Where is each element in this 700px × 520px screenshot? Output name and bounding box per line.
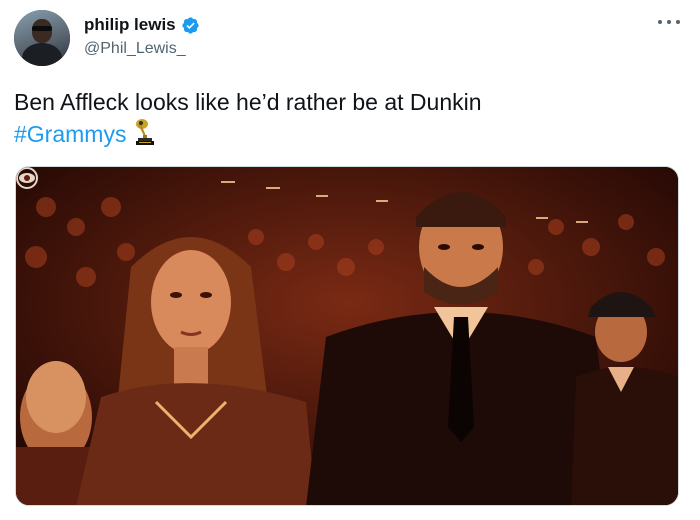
cbs-eye-icon	[16, 167, 38, 189]
author-name-row: philip lewis	[84, 15, 200, 35]
grammy-trophy-icon	[136, 119, 155, 145]
author-avatar[interactable]	[14, 10, 70, 66]
hashtag-link[interactable]: #Grammys	[14, 121, 126, 147]
tweet-media-image[interactable]	[15, 166, 679, 506]
media-scene	[16, 167, 678, 505]
tweet-text: Ben Affleck looks like he’d rather be at…	[14, 87, 674, 150]
tweet-card: philip lewis @Phil_Lewis_ Ben Affleck lo…	[0, 0, 700, 520]
tweet-text-main: Ben Affleck looks like he’d rather be at…	[14, 89, 482, 115]
author-display-name[interactable]: philip lewis	[84, 15, 176, 35]
more-options-icon[interactable]	[658, 18, 680, 26]
author-handle[interactable]: @Phil_Lewis_	[84, 40, 186, 58]
verified-badge-icon	[182, 16, 199, 34]
